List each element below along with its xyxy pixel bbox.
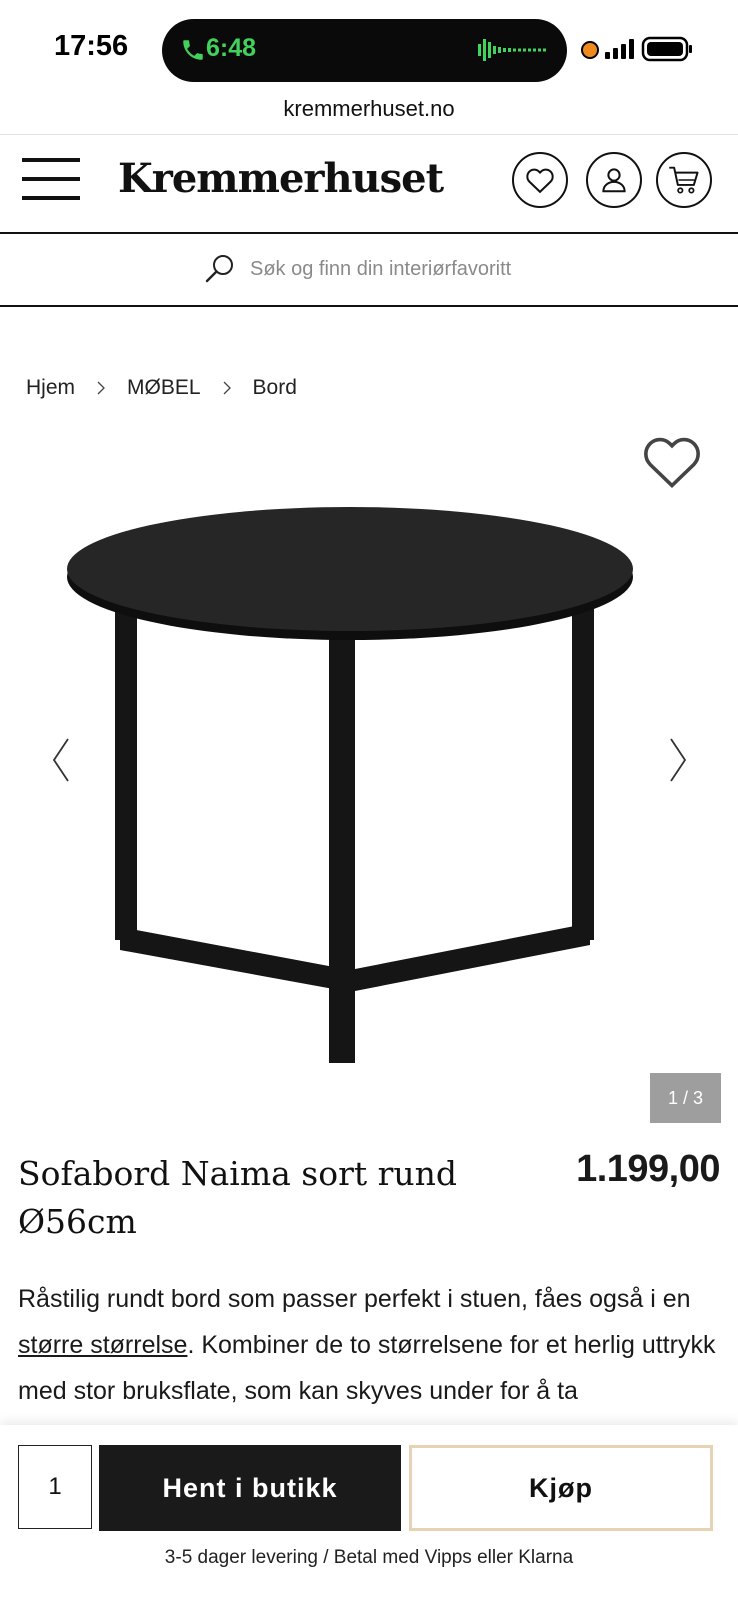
product-title: Sofabord Naima sort rund Ø56cm <box>18 1154 458 1241</box>
buy-button[interactable]: Kjøp <box>409 1445 713 1531</box>
cellular-signal-icon <box>605 39 634 59</box>
chevron-right-icon <box>97 381 105 395</box>
breadcrumb-bord[interactable]: Bord <box>253 376 297 400</box>
description-text: Råstilig rundt bord som passer perfekt i… <box>18 1285 691 1313</box>
larger-size-link[interactable]: større størrelse <box>18 1331 187 1359</box>
product-description: Råstilig rundt bord som passer perfekt i… <box>18 1276 723 1414</box>
search-input[interactable] <box>250 253 580 285</box>
product-price: 1.199,00 <box>576 1148 720 1190</box>
user-icon <box>602 168 626 193</box>
status-bar: 17:56 6:48 <box>0 0 738 100</box>
cart-button[interactable] <box>656 152 712 208</box>
heart-icon[interactable] <box>641 430 703 492</box>
phone-icon <box>183 40 203 60</box>
account-button[interactable] <box>586 152 642 208</box>
cart-icon <box>669 166 699 194</box>
chevron-right-icon[interactable] <box>665 735 691 785</box>
url-bar[interactable]: kremmerhuset.no <box>0 96 738 134</box>
recording-dot-icon <box>581 41 599 59</box>
call-timer: 6:48 <box>206 34 257 62</box>
system-status-icons <box>581 36 692 62</box>
search-divider <box>0 305 738 307</box>
quantity-input[interactable] <box>18 1445 92 1529</box>
product-gallery[interactable]: 1 / 3 <box>0 430 738 1130</box>
chevron-right-icon <box>223 381 231 395</box>
menu-icon[interactable] <box>22 155 80 203</box>
image-counter: 1 / 3 <box>650 1073 721 1123</box>
breadcrumb: Hjem MØBEL Bord <box>26 373 297 403</box>
search-bar[interactable] <box>0 235 738 305</box>
pickup-in-store-button[interactable]: Hent i butikk <box>99 1445 401 1531</box>
breadcrumb-home[interactable]: Hjem <box>26 376 75 400</box>
brand-logo[interactable]: Kremmerhuset <box>118 155 444 202</box>
header-divider <box>0 232 738 234</box>
site-header: Kremmerhuset <box>0 135 738 232</box>
call-indicator[interactable]: 6:48 <box>162 19 567 82</box>
audio-waveform-icon <box>478 39 546 61</box>
battery-icon <box>641 36 692 62</box>
search-icon <box>205 255 233 283</box>
delivery-info: 3-5 dager levering / Betal med Vipps ell… <box>164 1547 574 1568</box>
breadcrumb-mobel[interactable]: MØBEL <box>127 376 201 400</box>
wishlist-button[interactable] <box>512 152 568 208</box>
buy-bar: Hent i butikk Kjøp 3-5 dager levering / … <box>0 1425 738 1600</box>
status-time: 17:56 <box>54 30 129 62</box>
product-image <box>67 507 633 1063</box>
heart-icon <box>526 168 554 194</box>
